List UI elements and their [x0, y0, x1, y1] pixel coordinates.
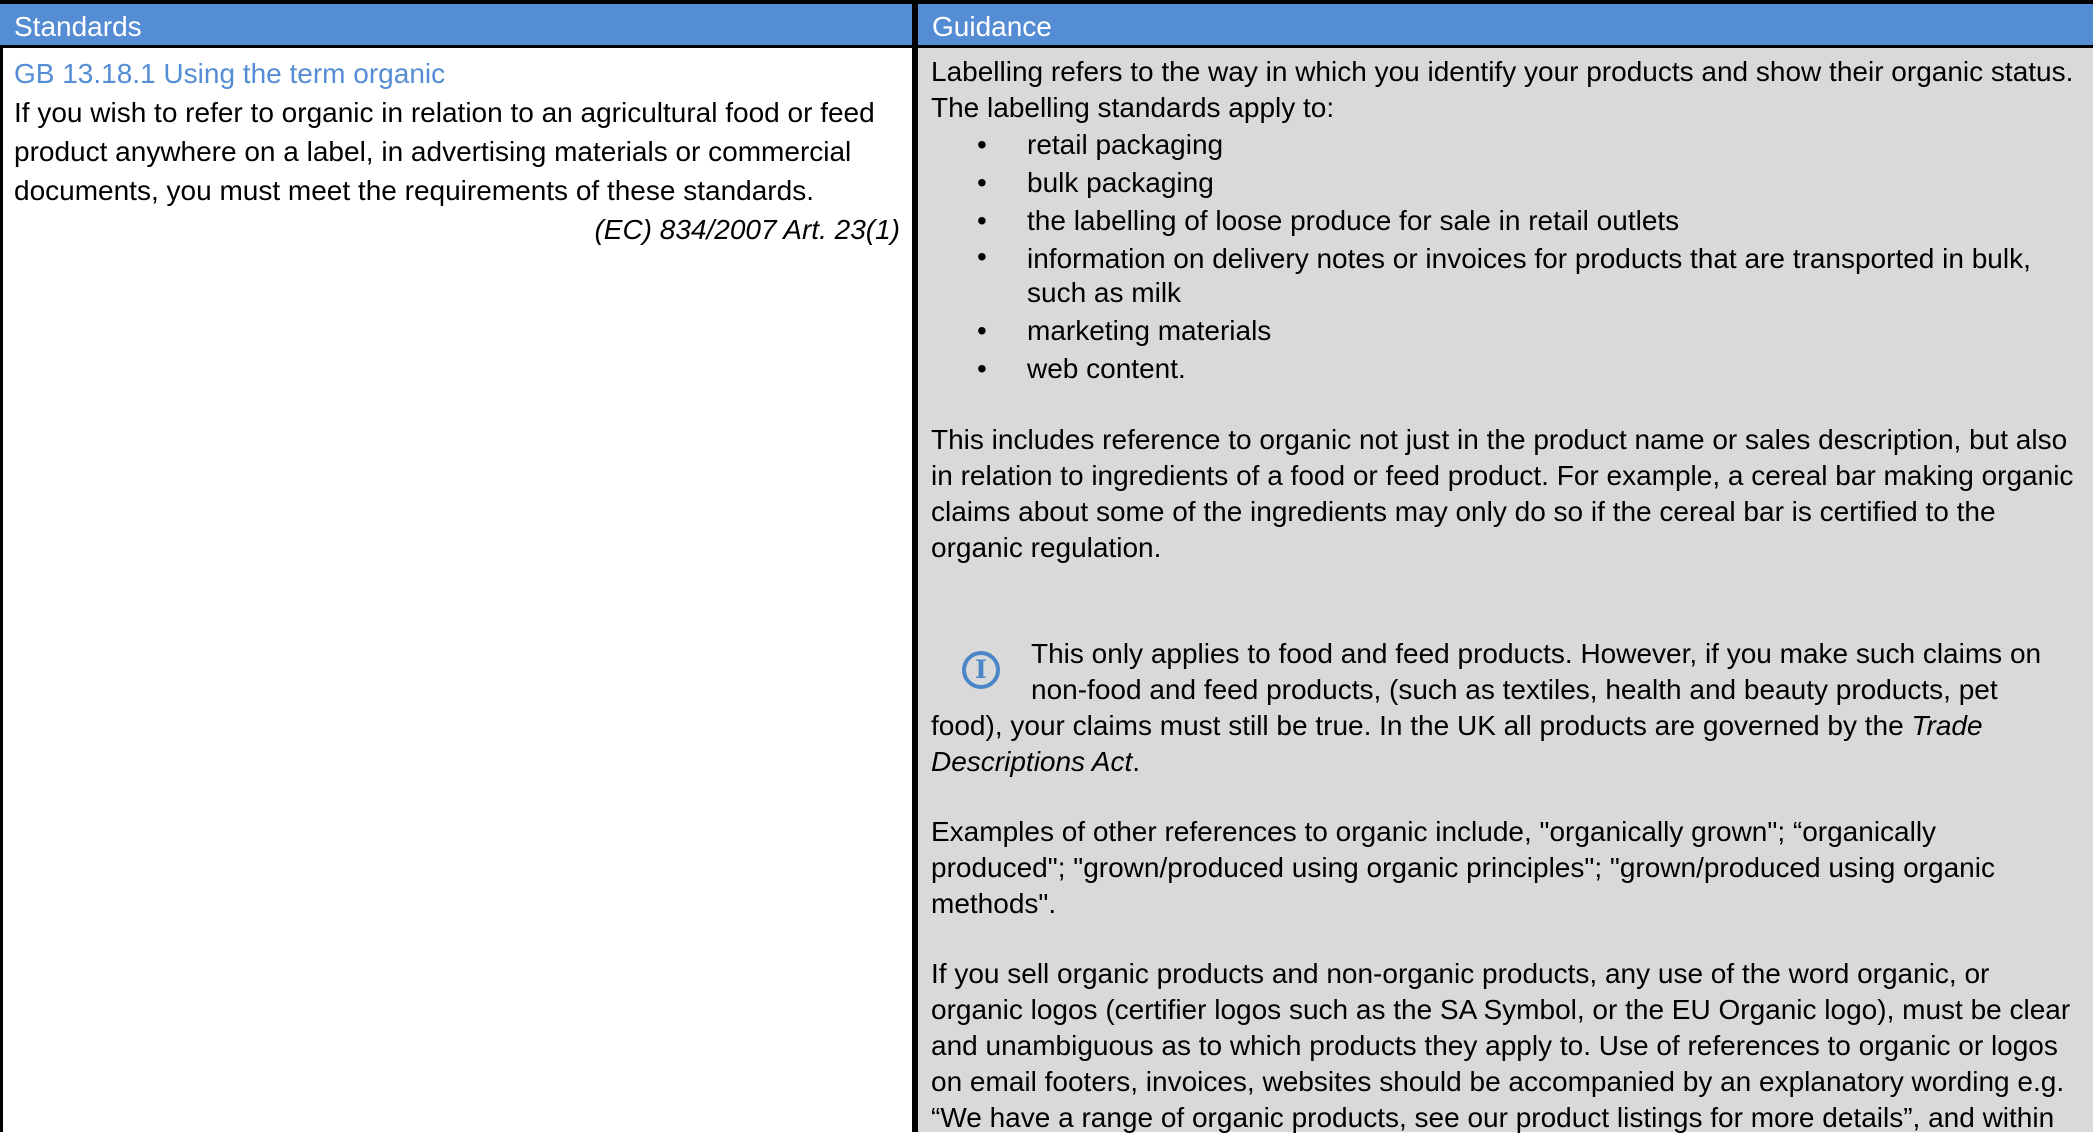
list-item-text: information on delivery notes or invoice…	[1027, 243, 2031, 274]
note-italic: Trade	[1911, 710, 1983, 741]
paragraph-line: and unambiguous as to which products the…	[931, 1030, 2058, 1061]
info-note: I This only applies to food and feed pro…	[931, 636, 2093, 780]
paragraph-line: on email footers, invoices, websites sho…	[931, 1066, 2065, 1097]
paragraph-line: in relation to ingredients of a food or …	[931, 460, 2074, 491]
bullet-icon: •	[977, 241, 987, 272]
header-standards: Standards	[14, 11, 142, 42]
paragraph-line: organic logos (certifier logos such as t…	[931, 994, 2071, 1025]
note-italic: Descriptions Act	[931, 746, 1133, 777]
list-item-text: such as milk	[1027, 277, 1182, 308]
bullet-icon: •	[977, 315, 987, 346]
paragraph-line: claims about some of the ingredients may…	[931, 496, 1996, 527]
list-item: • information on delivery notes or invoic…	[931, 240, 2093, 312]
bullet-icon: •	[977, 129, 987, 160]
note-text: .	[1132, 746, 1141, 777]
document-page: Standards Guidance GB 13.18.1 Using the …	[0, 0, 2093, 1133]
paragraph-line: organic regulation.	[931, 532, 1162, 563]
list-item: • bulk packaging	[931, 164, 2093, 202]
standards-cell: GB 13.18.1 Using the term organic If you…	[3, 48, 912, 1132]
standard-title: GB 13.18.1 Using the term organic	[14, 58, 446, 89]
note-line: non-food and feed products, (such as tex…	[1031, 674, 1998, 705]
list-item-text: marketing materials	[1027, 315, 1272, 346]
standard-body-line: product anywhere on a label, in advertis…	[14, 136, 852, 167]
guidance-cell: Labelling refers to the way in which you…	[918, 48, 2093, 1133]
scope-list: • retail packaging • bulk packaging • the l…	[931, 126, 2093, 388]
paragraph-line: methods".	[931, 888, 1057, 919]
note-line: Descriptions Act.	[931, 744, 2093, 780]
paragraph-line: produced"; "grown/produced using organic…	[931, 852, 1995, 883]
paragraph-line: “We have a range of organic products, se…	[931, 1102, 2055, 1133]
list-item-text: web content.	[1027, 353, 1186, 384]
paragraph-line: Examples of other references to organic …	[931, 816, 1937, 847]
paragraph-line: If you sell organic products and non-org…	[931, 958, 1990, 989]
standard-reference: (EC) 834/2007 Art. 23(1)	[594, 214, 900, 245]
list-item-text: retail packaging	[1027, 129, 1224, 160]
list-item: • web content.	[931, 350, 2093, 388]
bullet-icon: •	[977, 353, 987, 384]
list-item: • retail packaging	[931, 126, 2093, 164]
list-item-text: bulk packaging	[1027, 167, 1214, 198]
info-icon: I	[962, 651, 1000, 689]
table-header: Standards Guidance	[0, 4, 2093, 48]
note-text: food), your claims must still be true. I…	[931, 710, 1912, 741]
note-line: This only applies to food and feed produ…	[1031, 638, 2042, 669]
list-item: • marketing materials	[931, 312, 2093, 350]
standard-body-line: If you wish to refer to organic in relat…	[14, 97, 875, 128]
bullet-icon: •	[977, 205, 987, 236]
list-item-text: the labelling of loose produce for sale …	[1027, 205, 1680, 236]
header-guidance: Guidance	[932, 11, 1052, 42]
list-item: • the labelling of loose produce for sale…	[931, 202, 2093, 240]
bullet-icon: •	[977, 167, 987, 198]
standard-body-line: documents, you must meet the requirement…	[14, 175, 814, 206]
paragraph-line: This includes reference to organic not j…	[931, 424, 2068, 455]
intro-line: Labelling refers to the way in which you…	[931, 56, 2074, 87]
intro-line: The labelling standards apply to:	[931, 92, 1335, 123]
note-line: food), your claims must still be true. I…	[931, 708, 2093, 744]
